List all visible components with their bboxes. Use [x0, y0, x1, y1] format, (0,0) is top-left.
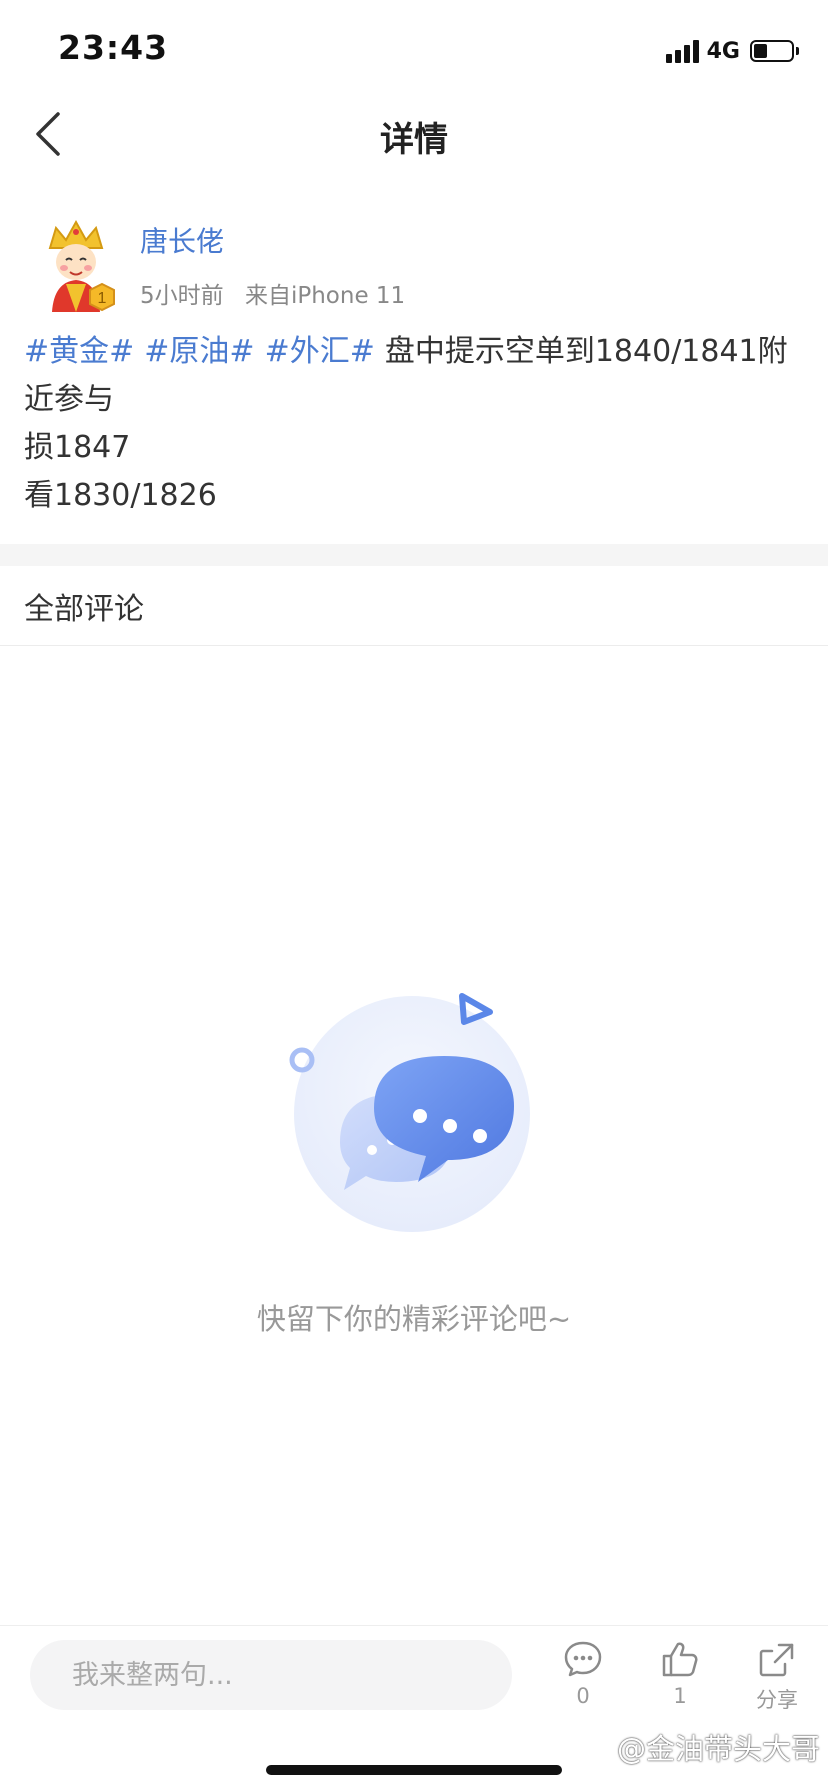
divider [0, 1625, 828, 1626]
comment-icon [564, 1641, 602, 1677]
avatar-image: 1 [48, 219, 115, 312]
section-divider [0, 544, 828, 566]
post-body: #黄金# #原油# #外汇# 盘中提示空单到1840/1841附近参与 损1847 看… [24, 328, 794, 520]
divider [0, 645, 828, 646]
nav-bar: 详情 [0, 100, 828, 170]
status-time: 23:43 [58, 28, 169, 67]
page-title: 详情 [380, 120, 448, 160]
empty-comments-text: 快留下你的精彩评论吧~ [256, 1302, 572, 1336]
svg-text:1: 1 [98, 290, 107, 307]
post-source: 来自iPhone 11 [244, 283, 406, 309]
thumbs-up-icon [662, 1642, 698, 1677]
share-button[interactable]: 分享 [742, 1640, 812, 1714]
like-button[interactable]: 1 [645, 1640, 715, 1708]
battery-icon [750, 40, 799, 62]
share-icon [759, 1643, 794, 1677]
signal-icon [663, 39, 699, 63]
post-meta: 5小时前 来自iPhone 11 [140, 276, 405, 310]
status-bar: 23:43 4G [0, 0, 828, 100]
network-type: 4G [706, 38, 740, 64]
comments-header: 全部评论 [24, 592, 144, 627]
watermark: @金油带头大哥 [616, 1732, 820, 1766]
hashtag-gold[interactable]: #黄金# [24, 334, 134, 369]
share-label: 分享 [756, 1688, 798, 1712]
status-indicators: 4G [663, 36, 799, 66]
comment-input[interactable] [30, 1640, 512, 1710]
home-indicator[interactable] [266, 1765, 562, 1775]
comment-button[interactable]: 0 [548, 1640, 618, 1708]
post-line: #黄金# #原油# #外汇# 盘中提示空单到1840/1841附近参与 [24, 328, 794, 424]
avatar[interactable]: 1 [28, 218, 124, 314]
author-name[interactable]: 唐长佬 [140, 220, 224, 260]
post-line: 损1847 [24, 430, 131, 465]
like-count: 1 [673, 1684, 687, 1708]
post-line: 看1830/1826 [24, 478, 217, 513]
empty-comments-icon [289, 993, 530, 1232]
post-time: 5小时前 [140, 283, 224, 309]
battery-level [754, 44, 767, 58]
hashtag-oil[interactable]: #原油# [144, 334, 254, 369]
post-text: 盘中提示空单到1840/1841附近参与 [24, 334, 788, 417]
hashtag-forex[interactable]: #外汇# [265, 334, 375, 369]
comment-count: 0 [576, 1684, 590, 1708]
